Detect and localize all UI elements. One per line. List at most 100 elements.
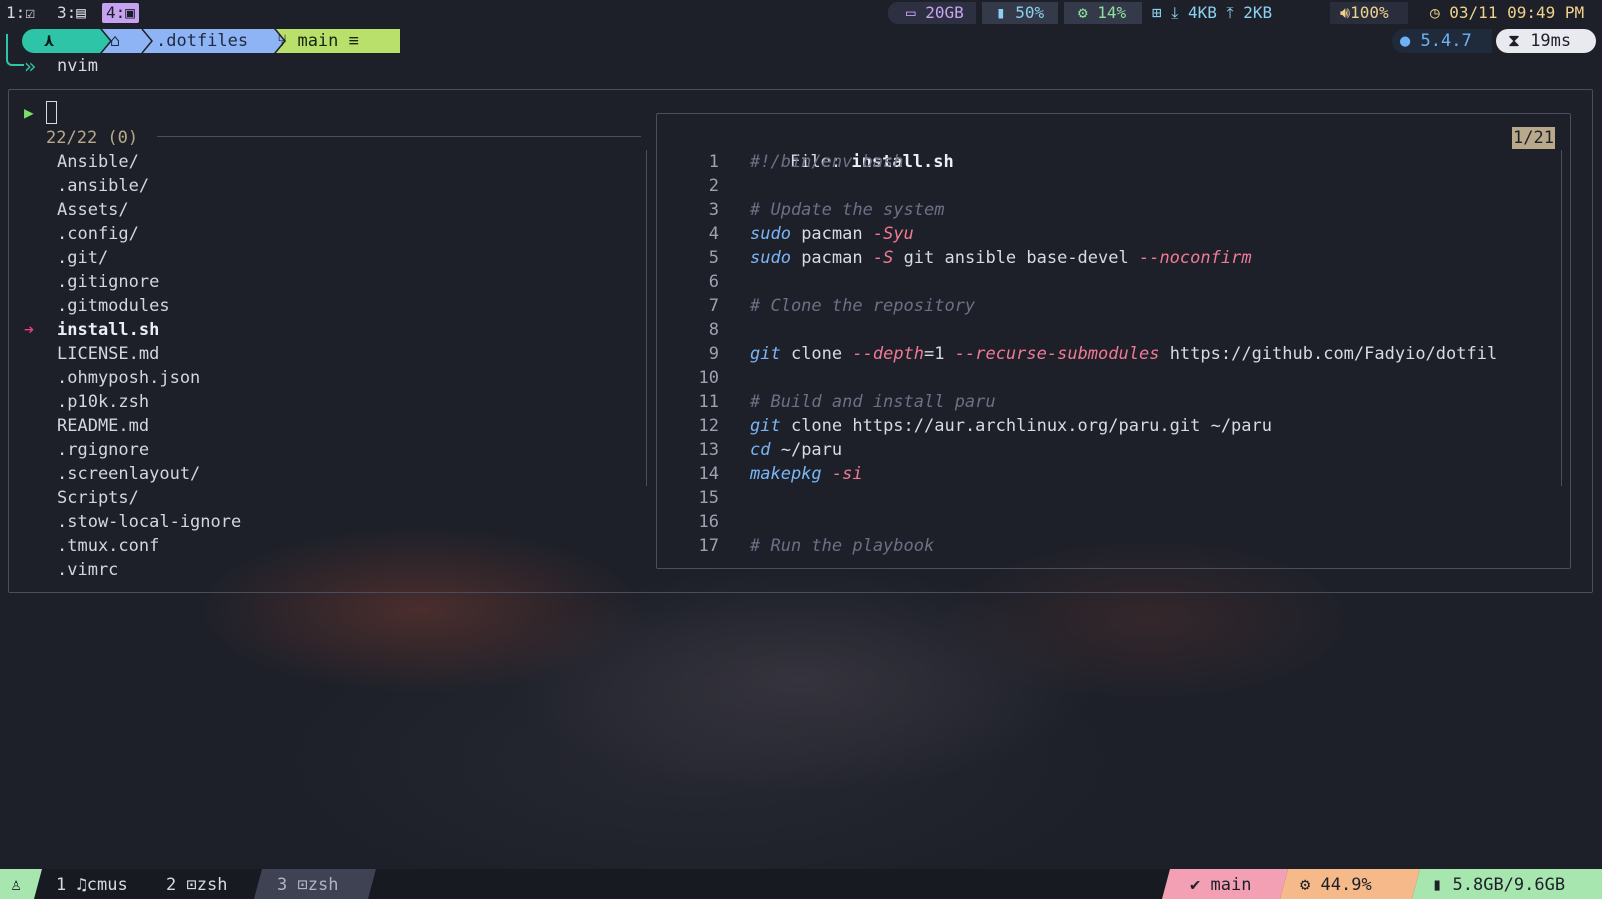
line-number: 11 [698,392,719,412]
line-number: 12 [698,416,719,436]
tmux-window-3[interactable]: 3 ⊡zsh [277,873,338,897]
code-line: sudo pacman -Syu [750,224,914,244]
line-number: 6 [708,272,719,292]
finder-list-item[interactable]: .git/ [57,246,108,270]
finder-prompt-icon: ▶ [24,103,34,122]
finder-list-item[interactable]: .p10k.zsh [57,390,149,414]
file-icon: ▤ [76,3,86,22]
finder-list-item[interactable]: Scripts/ [57,486,139,510]
finder-list-item[interactable]: .rgignore [57,438,149,462]
prompt-path: .dotfiles [156,31,249,51]
finder-list-item[interactable]: LICENSE.md [57,342,159,366]
speaker-icon: 🔊︎ [1340,3,1351,22]
hourglass-icon: ⧗ [1508,31,1520,51]
line-number: 3 [708,200,719,220]
cpu-icon: ⚙ [1078,3,1088,22]
line-number: 13 [698,440,719,460]
version-badge: ● 5.4.7 [1400,31,1472,51]
cpu-widget: ⚙ 14% [1078,3,1127,22]
cpu-icon: ⚙ [1300,875,1311,895]
tmux-window-2[interactable]: 2 ⊡zsh [166,873,227,897]
finder-list-scrollbar[interactable] [646,150,647,486]
line-number: 9 [708,344,719,364]
finder-list-item[interactable]: install.sh [57,318,159,342]
selection-arrow-icon: ➔ [24,320,35,340]
arch-logo-icon: ⋏ [44,31,55,51]
preview-position-indicator: 1/21 [1512,127,1555,149]
clock-icon: ◷ [1430,3,1440,22]
checkbox-icon: ☑ [25,3,35,22]
code-line: # Clone the repository [750,296,976,316]
memory-icon: ▮ [996,3,1006,22]
finder-list-item[interactable]: .tmux.conf [57,534,159,558]
workspace-4[interactable]: 4:▣ [102,3,139,23]
home-icon: ⌂ [110,31,121,51]
line-number: 16 [698,512,719,532]
line-number: 5 [708,248,719,268]
bomb-icon: ● [1400,31,1411,51]
finder-count: 22/22 (0) [46,128,139,148]
music-note-icon: ♫ [76,875,87,895]
finder-list-item[interactable]: .gitmodules [57,294,170,318]
duration-badge: ⧗ 19ms [1508,31,1572,51]
code-line: makepkg -si [750,464,863,484]
line-number: 7 [708,296,719,316]
finder-list-item[interactable]: .config/ [57,222,139,246]
finder-list-item[interactable]: .stow-local-ignore [57,510,241,534]
code-line: #!/bin/env bash [750,152,904,172]
code-line: # Build and install paru [750,392,996,412]
memory-widget: ▮ 50% [996,3,1045,22]
finder-list-item[interactable]: .gitignore [57,270,159,294]
code-line: # Run the playbook [750,536,935,556]
check-icon: ✔ [1190,875,1201,895]
finder-list-item[interactable]: .screenlayout/ [57,462,200,486]
git-branch-icon: ⑂ [277,31,288,51]
terminal-icon: ▣ [125,3,135,22]
line-number: 17 [698,536,719,556]
code-line: cd ~/paru [750,440,843,460]
line-number: 2 [708,176,719,196]
tmux-cpu: ⚙ 44.9% [1300,875,1372,895]
prompt-command: nvim [57,56,98,76]
prompt-chevron-icon: » [24,54,37,78]
line-number: 10 [698,368,719,388]
prompt-git-branch: ⑂ main ≡ [277,31,359,51]
finder-list-item[interactable]: .ohmyposh.json [57,366,200,390]
code-line: # Update the system [750,200,945,220]
finder-list-item[interactable]: Assets/ [57,198,129,222]
code-line: git clone https://aur.archlinux.org/paru… [750,416,1272,436]
preview-pane: File: install.sh 1/21 1 2 3 4 5 6 7 8 9 10 11 12 13 1… [656,113,1571,569]
tmux-git-branch: ✔ main [1190,875,1252,895]
tmux-status-bar: ♙ 1 ♫cmus 2 ⊡zsh 3 ⊡zsh ✔ main ⚙ 44.9% ▮… [0,869,1602,899]
code-line: git clone --depth=1 --recurse-submodules… [750,344,1498,364]
terminal-icon: ⊡ [186,875,197,895]
line-number: 4 [708,224,719,244]
network-icon: ⊞ [1152,3,1162,22]
tmux-memory: ▮ 5.8GB/9.6GB [1432,875,1566,895]
finder-count-divider [157,136,641,137]
clock-widget: ◷ 03/11 09:49 PM [1430,3,1585,22]
workspace-1[interactable]: 1:☑ [6,3,35,23]
code-line: sudo pacman -S git ansible base-devel --… [750,248,1252,268]
line-number: 15 [698,488,719,508]
terminal-icon: ⊡ [297,875,308,895]
preview-scrollbar[interactable] [1561,150,1562,486]
memory-icon: ▮ [1432,875,1443,895]
workspace-3[interactable]: 3:▤ [57,3,86,23]
top-status-bar: 1:☑ 3:▤ 4:▣ ▭ 20GB ▮ 50% ⚙ 14% ⊞ ⤓ 4KB ⤒… [0,0,1602,26]
finder-search-input[interactable] [46,101,57,124]
download-icon: ⤓ [1171,3,1179,22]
disk-icon: ▭ [906,3,916,22]
finder-list-item[interactable]: README.md [57,414,149,438]
network-widget: ⊞ ⤓ 4KB ⤒ 2KB [1152,3,1273,22]
volume-widget[interactable]: 🔊︎100% [1340,3,1389,23]
line-number: 8 [708,320,719,340]
disk-widget: ▭ 20GB [906,3,964,22]
finder-list-item[interactable]: .vimrc [57,558,118,582]
preview-file-header: File: install.sh [789,152,954,172]
line-number: 14 [698,464,719,484]
finder-list-item[interactable]: .ansible/ [57,174,149,198]
line-number: 1 [708,152,719,172]
finder-list-item[interactable]: Ansible/ [57,150,139,174]
tmux-window-1[interactable]: 1 ♫cmus [56,873,128,897]
